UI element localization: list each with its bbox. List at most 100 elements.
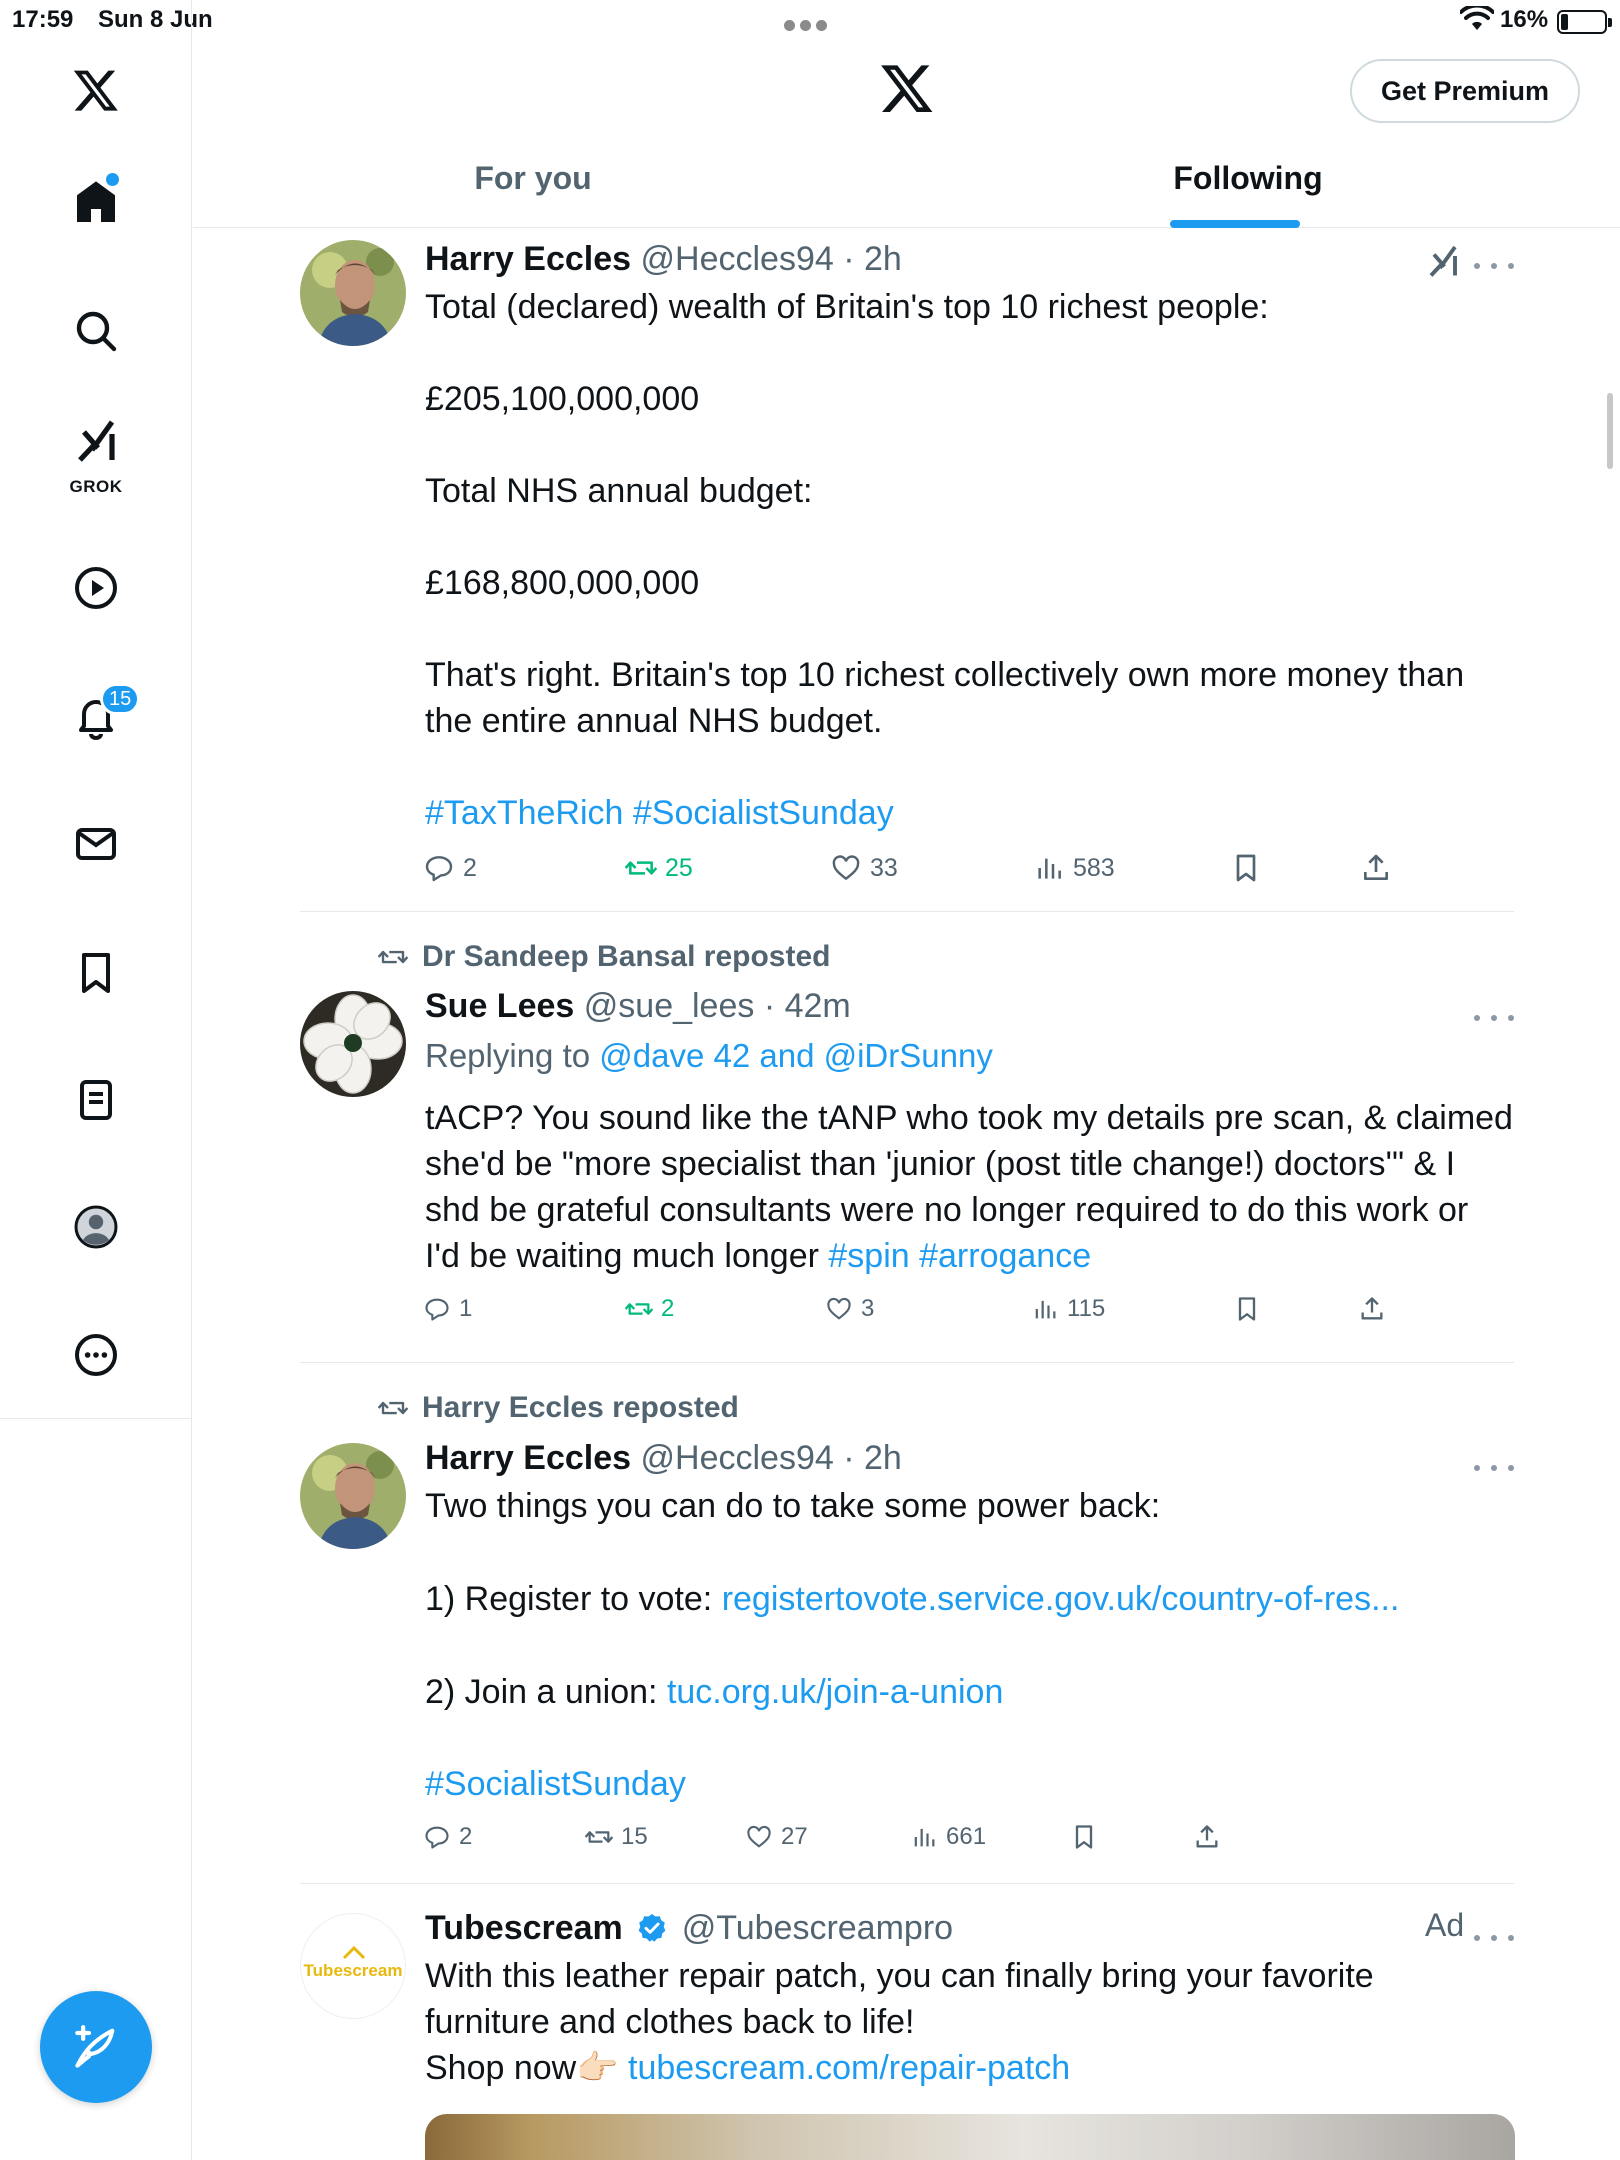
bookmark-icon bbox=[1075, 1825, 1093, 1849]
bookmark-icon bbox=[1236, 854, 1256, 882]
get-premium-button[interactable]: Get Premium bbox=[1350, 59, 1580, 123]
like-button[interactable]: 3 bbox=[825, 1295, 874, 1323]
more-options-icon[interactable] bbox=[1474, 1928, 1514, 1948]
author-name[interactable]: Tubescream bbox=[425, 1909, 623, 1947]
share-button[interactable] bbox=[1193, 1823, 1221, 1851]
reply-icon bbox=[425, 856, 453, 882]
repost-button[interactable]: 2 bbox=[625, 1295, 674, 1323]
reply-button[interactable]: 2 bbox=[423, 1823, 472, 1851]
post-time[interactable]: 2h bbox=[864, 1439, 902, 1477]
lists-icon[interactable] bbox=[60, 1064, 132, 1136]
battery-percentage: 16% bbox=[1500, 6, 1549, 33]
repost-button[interactable]: 15 bbox=[585, 1823, 648, 1851]
active-tab-indicator bbox=[1170, 220, 1300, 228]
sidebar-nav: GROK 15 bbox=[0, 0, 192, 2160]
messages-mail-icon[interactable] bbox=[60, 808, 132, 880]
tweet-line-3: 2) Join a union: tuc.org.uk/join-a-union bbox=[425, 1669, 1515, 1715]
tweet-hashtags[interactable]: #spin #arrogance bbox=[828, 1237, 1091, 1275]
more-options-icon[interactable] bbox=[1474, 1458, 1514, 1478]
author-handle[interactable]: @Heccles94 bbox=[641, 1439, 834, 1477]
author-handle[interactable]: @Tubescreampro bbox=[682, 1909, 953, 1947]
reply-count: 2 bbox=[459, 1823, 473, 1850]
like-button[interactable]: 27 bbox=[745, 1823, 808, 1851]
avatar[interactable] bbox=[300, 240, 406, 346]
ad-media-image[interactable] bbox=[425, 2114, 1515, 2160]
tweet-header: Sue Lees @sue_lees · 42m bbox=[425, 987, 851, 1025]
post-time[interactable]: 2h bbox=[864, 240, 902, 278]
grok-label: GROK bbox=[69, 477, 123, 496]
more-options-icon[interactable] bbox=[1474, 1008, 1514, 1028]
tweet[interactable]: Harry Eccles @Heccles94 · 2h Total (decl… bbox=[300, 240, 1514, 900]
join-union-link[interactable]: tuc.org.uk/join-a-union bbox=[667, 1673, 1003, 1711]
x-logo-icon bbox=[881, 65, 933, 113]
like-count: 27 bbox=[781, 1823, 808, 1850]
bookmark-button[interactable] bbox=[1230, 852, 1262, 884]
post-time[interactable]: 42m bbox=[785, 987, 851, 1025]
repost-context[interactable]: Harry Eccles reposted bbox=[378, 1391, 739, 1425]
register-vote-link[interactable]: registertovote.service.gov.uk/country-of… bbox=[722, 1580, 1400, 1618]
tweet-hashtags[interactable]: #SocialistSunday bbox=[425, 1761, 1515, 1807]
verified-badge-icon bbox=[638, 1914, 666, 1942]
tweet-hashtags[interactable]: #TaxTheRich #SocialistSunday bbox=[425, 790, 1515, 836]
author-handle[interactable]: @Heccles94 bbox=[641, 240, 834, 278]
shop-now-link[interactable]: tubescream.com/repair-patch bbox=[628, 2049, 1070, 2087]
ad-label: Ad bbox=[1425, 1907, 1465, 1943]
more-options-icon[interactable] bbox=[1474, 256, 1514, 276]
repost-context[interactable]: Dr Sandeep Bansal reposted bbox=[378, 940, 830, 974]
views-count: 661 bbox=[946, 1823, 987, 1850]
replying-to-handles[interactable]: @dave 42 and @iDrSunny bbox=[599, 1037, 993, 1074]
views-chart-icon bbox=[1038, 858, 1061, 879]
avatar[interactable] bbox=[300, 1443, 406, 1549]
tweet-divider bbox=[300, 1883, 1514, 1884]
repost-count: 2 bbox=[661, 1295, 675, 1322]
tweet[interactable]: Harry Eccles @Heccles94 · 2h Two things … bbox=[300, 1439, 1515, 1863]
home-unread-dot bbox=[106, 173, 119, 186]
tab-following[interactable]: Following bbox=[1158, 160, 1338, 228]
compose-post-button[interactable] bbox=[40, 1991, 152, 2103]
heart-icon bbox=[747, 1825, 771, 1848]
video-play-icon[interactable] bbox=[60, 552, 132, 624]
scrollbar-thumb[interactable] bbox=[1607, 393, 1613, 469]
grok-icon[interactable] bbox=[1425, 244, 1461, 280]
views-button[interactable]: 115 bbox=[1031, 1295, 1105, 1323]
home-icon[interactable] bbox=[60, 166, 132, 238]
reply-button[interactable]: 1 bbox=[423, 1295, 472, 1323]
bookmark-button[interactable] bbox=[1233, 1295, 1261, 1323]
views-button[interactable]: 583 bbox=[1033, 852, 1115, 884]
timeline-header: Get Premium For you Following bbox=[193, 40, 1620, 228]
more-options-icon[interactable] bbox=[60, 1319, 132, 1391]
repost-context-label: Harry Eccles reposted bbox=[422, 1391, 739, 1424]
share-button[interactable] bbox=[1358, 1295, 1386, 1323]
x-logo-icon[interactable] bbox=[60, 54, 132, 126]
tweet[interactable]: Sue Lees @sue_lees · 42m Replying to @da… bbox=[300, 987, 1514, 1341]
sidebar-divider bbox=[0, 1418, 192, 1419]
tweet-line-2: 1) Register to vote: registertovote.serv… bbox=[425, 1576, 1515, 1622]
author-name[interactable]: Harry Eccles bbox=[425, 1439, 631, 1477]
multitasking-dots[interactable] bbox=[784, 10, 836, 31]
register-vote-prefix: 1) Register to vote: bbox=[425, 1580, 722, 1618]
wifi-icon bbox=[1460, 6, 1494, 30]
bookmarks-icon[interactable] bbox=[60, 937, 132, 1009]
heart-icon bbox=[827, 1297, 851, 1320]
avatar[interactable]: Tubescream bbox=[300, 1913, 406, 2019]
author-handle[interactable]: @sue_lees bbox=[584, 987, 755, 1025]
avatar[interactable] bbox=[300, 991, 406, 1097]
views-button[interactable]: 661 bbox=[910, 1823, 986, 1851]
repost-count: 25 bbox=[665, 853, 693, 882]
search-icon[interactable] bbox=[60, 295, 132, 367]
grok-icon[interactable] bbox=[60, 414, 132, 470]
profile-avatar-icon[interactable] bbox=[60, 1191, 132, 1263]
author-name[interactable]: Harry Eccles bbox=[425, 240, 631, 278]
author-name[interactable]: Sue Lees bbox=[425, 987, 574, 1025]
status-bar: 17:59 Sun 8 Jun 16% bbox=[0, 0, 1620, 40]
shop-now-line: Shop now👉🏻 tubescream.com/repair-patch bbox=[425, 2045, 1515, 2091]
like-button[interactable]: 33 bbox=[830, 852, 898, 884]
share-button[interactable] bbox=[1360, 852, 1392, 884]
repost-button[interactable]: 25 bbox=[625, 852, 693, 884]
bookmark-button[interactable] bbox=[1070, 1823, 1098, 1851]
replying-to-prefix: Replying to bbox=[425, 1037, 600, 1074]
tab-for-you[interactable]: For you bbox=[393, 160, 673, 228]
like-count: 3 bbox=[861, 1295, 875, 1322]
reply-button[interactable]: 2 bbox=[423, 852, 477, 884]
reply-icon bbox=[425, 1826, 449, 1849]
